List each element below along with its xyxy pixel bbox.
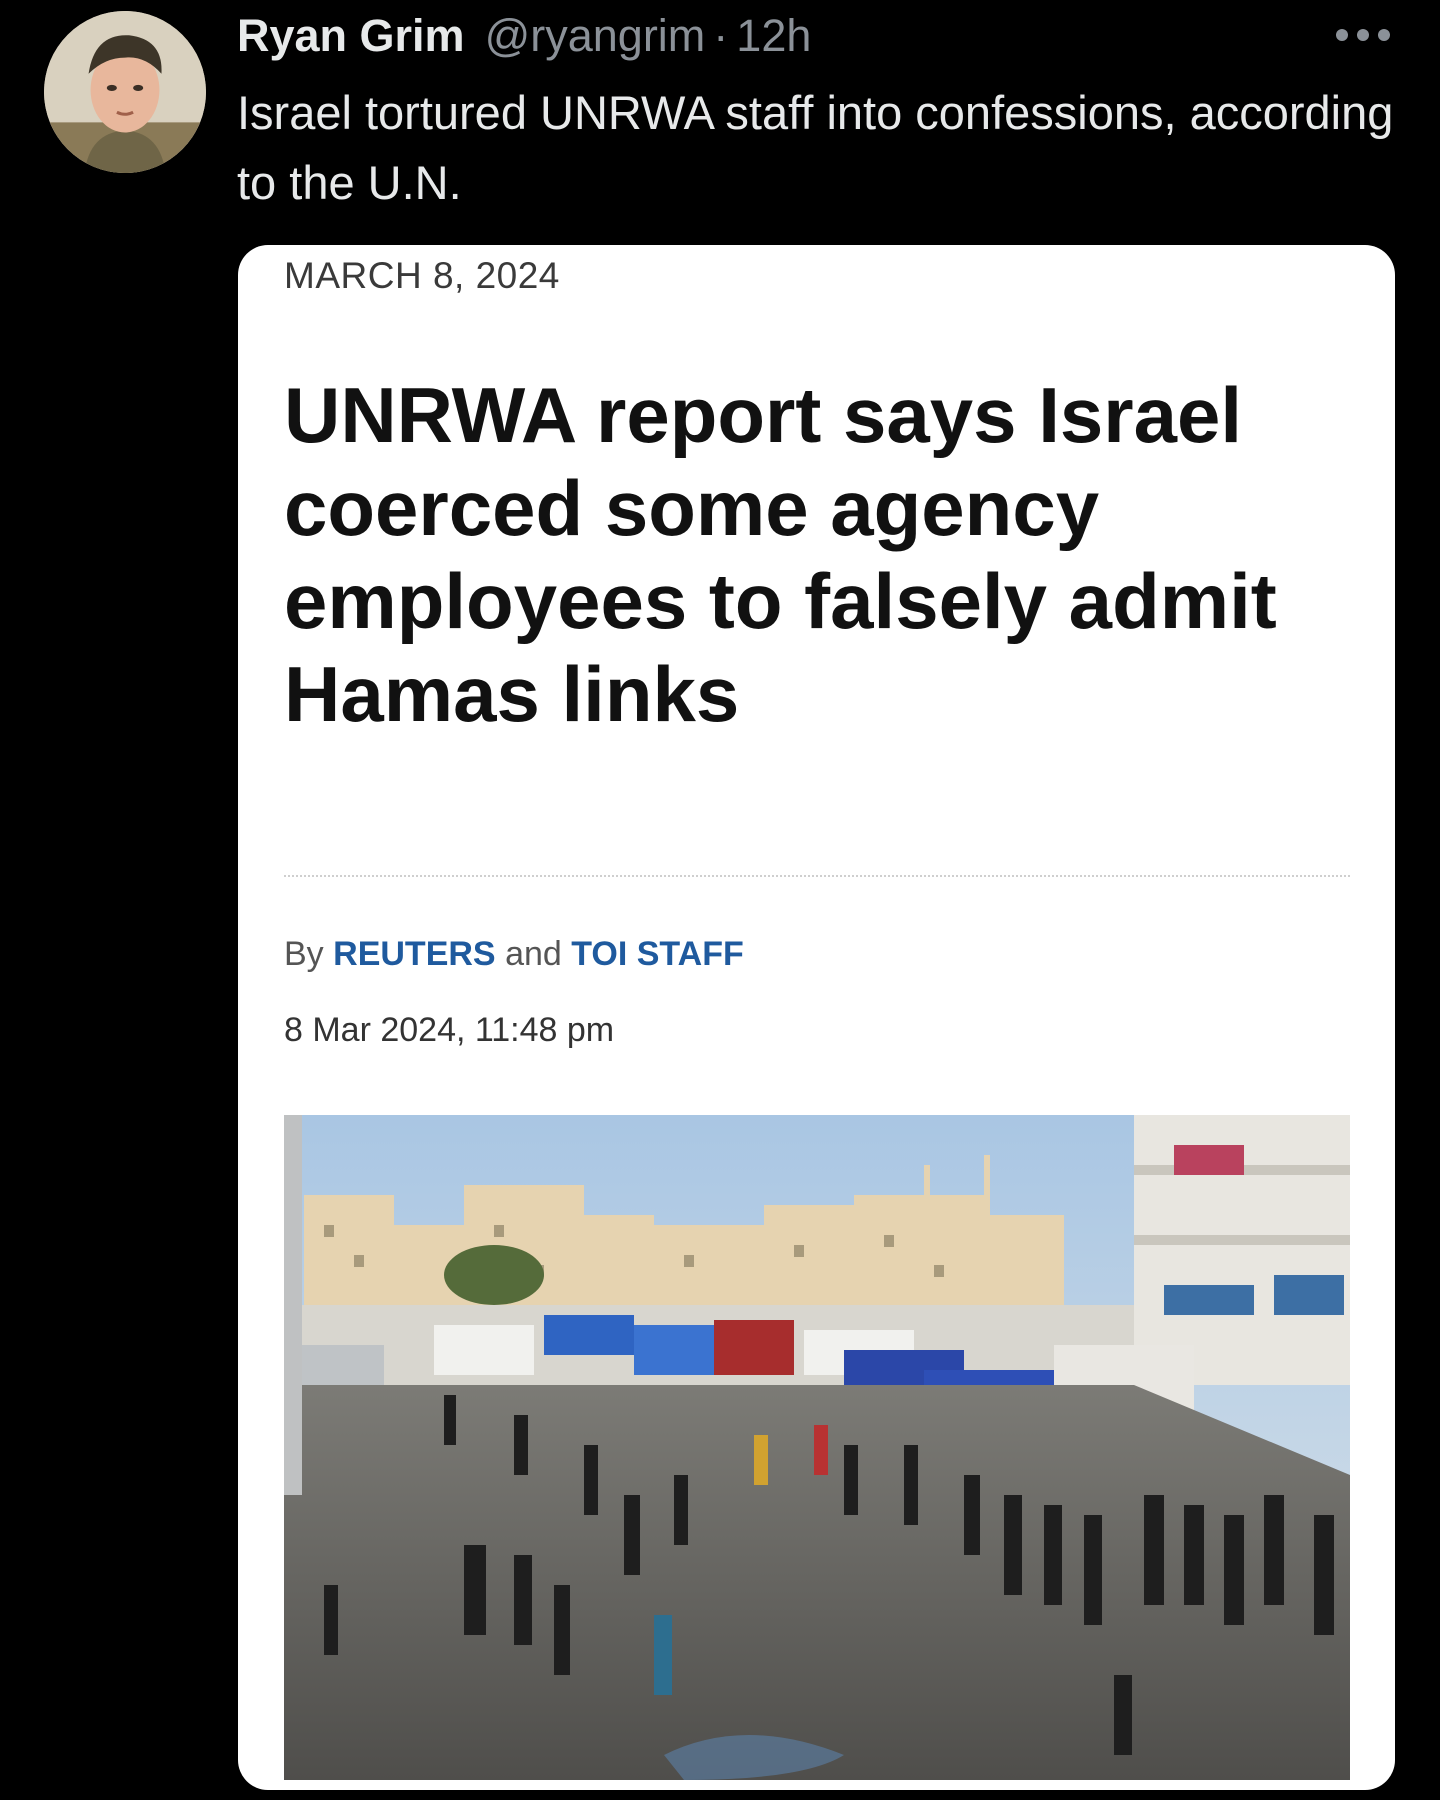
article-published-time: 8 Mar 2024, 11:48 pm [284,1011,615,1049]
article-headline[interactable]: UNRWA report says Israel coerced some ag… [284,369,1354,741]
article-date: MARCH 8, 2024 [284,255,560,296]
separator-dot: · [713,10,729,61]
byline-joiner: and [505,935,562,973]
tweet-text: Israel tortured UNRWA staff into confess… [237,86,1394,209]
tweet-timestamp[interactable]: 12h [736,10,811,62]
more-horizontal-icon[interactable] [1334,22,1392,48]
byline-author-toi-staff[interactable]: TOI STAFF [571,935,744,973]
byline-author-reuters[interactable]: REUTERS [333,935,495,973]
author-name[interactable]: Ryan Grim [237,10,465,62]
author-handle[interactable]: @ryangrim [485,10,706,62]
article-card[interactable]: MARCH 8, 2024 UNRWA report says Israel c… [238,245,1395,1790]
byline-prefix: By [284,935,324,973]
article-byline: By REUTERS and TOI STAFF [284,935,744,974]
avatar-portrait [44,11,206,173]
tweet-header: Ryan Grim @ryangrim · 12h [237,4,811,68]
article-photo [284,1115,1350,1780]
divider [284,875,1350,877]
avatar[interactable] [44,11,206,173]
